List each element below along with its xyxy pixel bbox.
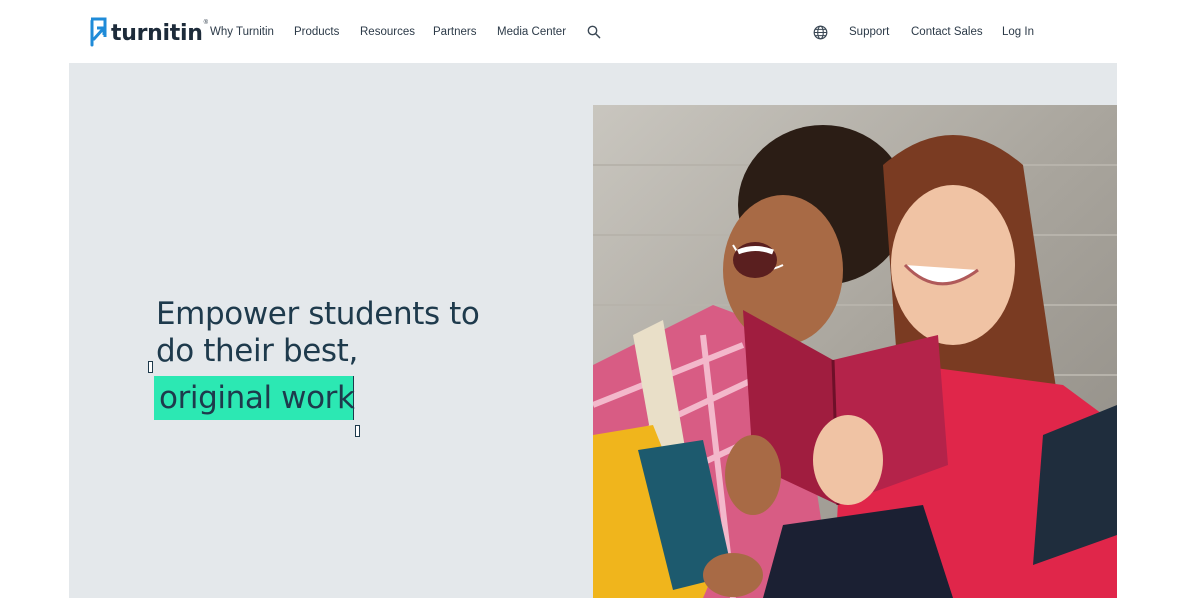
nav-why-turnitin[interactable]: Why Turnitin: [210, 24, 274, 40]
nav-log-in[interactable]: Log In: [1002, 24, 1034, 40]
turnitin-logo[interactable]: turnitin ®: [88, 17, 208, 47]
globe-icon[interactable]: [813, 25, 828, 45]
search-icon[interactable]: [587, 25, 601, 44]
logo-wordmark: turnitin: [111, 20, 203, 46]
selection-end-handle[interactable]: [355, 425, 360, 437]
hero-headline-line-2: do their best,: [156, 333, 358, 369]
nav-partners[interactable]: Partners: [433, 24, 476, 40]
hero-highlight-text: original work: [154, 376, 355, 420]
nav-resources[interactable]: Resources: [360, 24, 415, 40]
site-header: turnitin ® Why Turnitin Products Resourc…: [0, 0, 1200, 63]
hero-headline-line-1: Empower students to: [156, 296, 480, 332]
nav-products[interactable]: Products: [294, 24, 339, 40]
nav-contact-sales[interactable]: Contact Sales: [911, 24, 983, 40]
nav-media-center[interactable]: Media Center: [497, 24, 566, 40]
students-reading-photo: [593, 105, 1117, 598]
selection-start-handle[interactable]: [148, 361, 153, 373]
logo-trademark: ®: [203, 20, 208, 26]
nav-support[interactable]: Support: [849, 24, 889, 40]
turnitin-logo-icon: [90, 17, 107, 47]
hero-headline: Empower students to do their best,: [156, 296, 480, 370]
